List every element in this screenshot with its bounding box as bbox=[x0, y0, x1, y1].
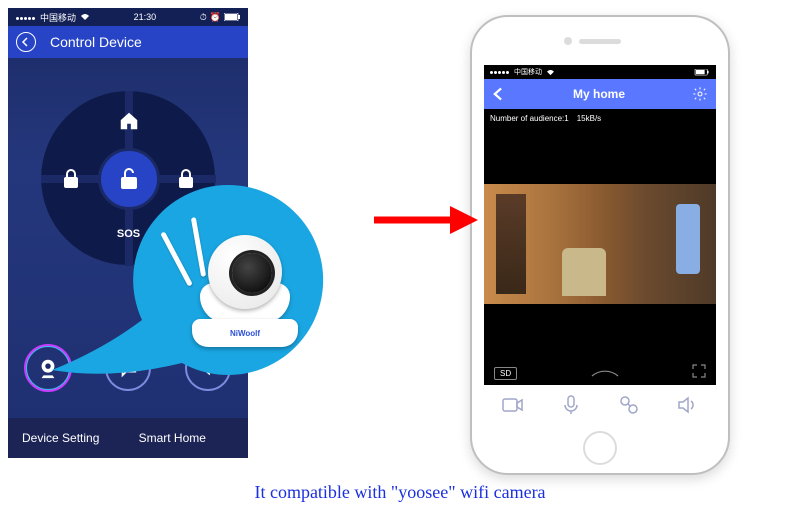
home-icon bbox=[118, 110, 140, 132]
wifi-camera-illustration: NiWoolf bbox=[170, 215, 320, 355]
bottom-toolbar bbox=[484, 385, 716, 425]
clock-label: 21:30 bbox=[134, 12, 157, 22]
battery-icon bbox=[694, 69, 710, 76]
fullscreen-button[interactable] bbox=[692, 364, 706, 383]
camera-brand-label: NiWoolf bbox=[192, 319, 298, 347]
stream-info: Number of audience:1 15kB/s bbox=[484, 109, 716, 127]
status-bar: 中国移动 21:30 ⏱ ⏰ bbox=[8, 8, 248, 26]
carrier-label: 中国移动 bbox=[514, 67, 542, 77]
video-viewport[interactable] bbox=[484, 127, 716, 361]
battery-icon bbox=[224, 13, 240, 21]
nav-bar: Control Device bbox=[8, 26, 248, 58]
device-setting-tab[interactable]: Device Setting bbox=[22, 431, 139, 445]
audience-label: Number of audience:1 bbox=[490, 114, 569, 123]
dpad-home-button[interactable] bbox=[103, 95, 155, 147]
nav-bar: My home bbox=[484, 79, 716, 109]
phone-speaker bbox=[579, 39, 621, 44]
indicator-icon: ⏱ bbox=[200, 12, 207, 23]
signal-icon bbox=[16, 12, 36, 22]
ptz-arc-button[interactable] bbox=[590, 364, 620, 383]
snapshot-button[interactable] bbox=[615, 391, 643, 419]
mic-button[interactable] bbox=[557, 391, 585, 419]
iphone-frame: 中国移动 My home Number of audience:1 15kB/s… bbox=[470, 15, 730, 475]
arrow-right-icon bbox=[370, 200, 480, 240]
live-video-feed bbox=[484, 184, 716, 304]
quality-button[interactable]: SD bbox=[494, 367, 517, 380]
record-button[interactable] bbox=[499, 391, 527, 419]
wifi-icon bbox=[80, 13, 90, 21]
video-controls-bar: SD bbox=[484, 361, 716, 385]
page-title: My home bbox=[573, 87, 625, 101]
footer-tabs: Device Setting Smart Home bbox=[8, 418, 248, 458]
settings-button[interactable] bbox=[692, 86, 708, 102]
phone-front-camera bbox=[564, 37, 572, 45]
back-button[interactable] bbox=[492, 87, 506, 101]
page-title: Control Device bbox=[50, 34, 142, 50]
signal-icon bbox=[490, 69, 510, 76]
alarm-icon: ⏰ bbox=[210, 12, 221, 23]
wifi-icon bbox=[546, 69, 555, 76]
caption-text: It compatible with "yoosee" wifi camera bbox=[0, 482, 800, 503]
sound-button[interactable] bbox=[673, 391, 701, 419]
carrier-label: 中国移动 bbox=[40, 11, 76, 24]
status-bar: 中国移动 bbox=[484, 65, 716, 79]
home-button[interactable] bbox=[583, 431, 617, 465]
bitrate-label: 15kB/s bbox=[577, 114, 601, 123]
yoosee-app-screen: 中国移动 My home Number of audience:1 15kB/s… bbox=[484, 65, 716, 425]
smart-home-tab[interactable]: Smart Home bbox=[139, 431, 206, 445]
back-button[interactable] bbox=[16, 32, 36, 52]
